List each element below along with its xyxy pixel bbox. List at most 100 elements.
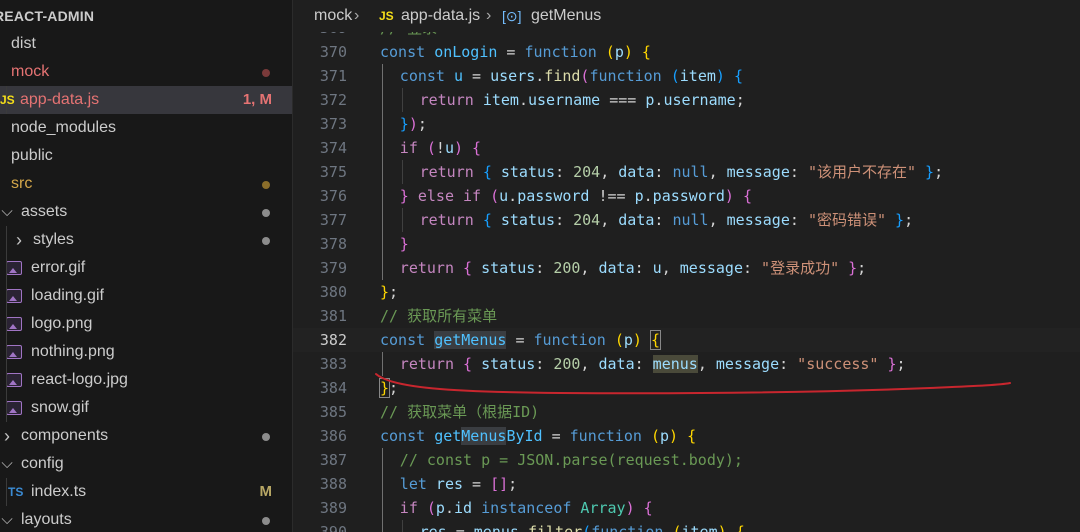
code-text: }; [380,280,398,304]
tree-item-assets[interactable]: ⌵ assets [0,198,292,226]
line-number: 376 [319,187,347,205]
code-token: : [555,211,574,229]
tree-item-label: config [21,455,64,472]
tree-item-config[interactable]: ⌵ config [0,450,292,478]
code-line[interactable]: 380}; [293,280,1080,304]
code-text: const u = users.find(function (item) { [400,64,743,88]
chevron-right-icon: › [354,7,360,24]
code-token: res [419,523,447,532]
tree-indent-guide [6,226,7,422]
tree-item-logo-png[interactable]: logo.png [0,310,292,338]
tree-item-loading-gif[interactable]: loading.gif [0,282,292,310]
code-token: // 登录 [380,32,437,37]
code-text: return { status: 204, data: null, messag… [420,160,944,184]
code-line[interactable]: 385 // 获取菜单（根据ID) [293,400,1080,424]
code-line[interactable]: 370 const onLogin = function (p) { [293,40,1080,64]
js-file-icon: JS [0,93,15,107]
tree-item-index-ts[interactable]: TS index.ts M [0,478,292,506]
tree-indent-guide [6,86,7,114]
code-line[interactable]: 371 const u = users.find(function (item) … [293,64,1080,88]
tree-item-components[interactable]: › components [0,422,292,450]
line-number: 370 [319,43,347,61]
image-file-icon [6,401,22,415]
code-token: , [661,259,680,277]
code-token: const [380,331,426,349]
tree-item-nothing-png[interactable]: nothing.png [0,338,292,366]
breadcrumb: mock › JS app-data.js › [⊙] getMenus [293,0,1080,32]
modified-dot-icon [262,209,270,217]
code-token: password [652,187,725,205]
code-text: return { status: 200, data: u, message: … [400,256,866,280]
code-line[interactable]: 382 const getMenus = function (p) { [293,328,1080,352]
code-token: const [380,43,426,61]
code-line[interactable]: 389 if (p.id instanceof Array) { [293,496,1080,520]
breadcrumb-symbol[interactable]: getMenus [531,0,601,32]
code-line[interactable]: 379 return { status: 200, data: u, messag… [293,256,1080,280]
code-line[interactable]: 387 // const p = JSON.parse(request.body)… [293,448,1080,472]
chevron-right-icon[interactable]: › [12,226,26,254]
code-line[interactable]: 377 return { status: 204, data: null, mes… [293,208,1080,232]
code-text: }; [378,376,398,400]
code-line[interactable]: 374 if (!u) { [293,136,1080,160]
code-line[interactable]: 378} [293,232,1080,256]
code-text: return { status: 200, data: menus, messa… [400,352,906,376]
code-line[interactable]: 384}; [293,376,1080,400]
code-line[interactable]: 388 let res = []; [293,472,1080,496]
git-status-badge: 1, M [242,91,272,108]
indent-guide [382,64,383,88]
chevron-down-icon[interactable]: ⌵ [0,198,14,226]
code-token: p [659,427,669,445]
breadcrumb-folder[interactable]: mock [314,0,352,32]
breadcrumb-file[interactable]: app-data.js [401,0,480,32]
tree-item-dist[interactable]: dist [0,30,292,58]
code-token: ( [672,523,682,532]
code-line[interactable]: 372 return item.username === p.username; [293,88,1080,112]
code-token: Menus [461,427,507,445]
tree-item-styles[interactable]: › styles [0,226,292,254]
tree-item-react-logo-jpg[interactable]: react-logo.jpg [0,366,292,394]
code-token: instanceof [481,499,572,517]
chevron-right-icon[interactable]: › [0,422,14,450]
code-line[interactable]: 383 return { status: 200, data: menus, me… [293,352,1080,376]
tree-item-public[interactable]: public [0,142,292,170]
code-line[interactable]: 369 // 登录 [293,32,1080,40]
tree-item-mock[interactable]: mock [0,58,292,86]
code-line[interactable]: 376} else if (u.password !== p.password)… [293,184,1080,208]
code-token: data [598,259,635,277]
code-token: ById [506,427,543,445]
explorer-title[interactable]: REACT-ADMIN [0,4,94,28]
indent-guide [382,232,383,256]
code-line[interactable]: 390 res = menus.filter(function (item) { [293,520,1080,532]
tree-item-snow-gif[interactable]: snow.gif [0,394,292,422]
chevron-down-icon[interactable]: ⌵ [0,506,14,532]
code-token: else [417,187,454,205]
tree-item-node-modules[interactable]: node_modules [0,114,292,142]
code-token: ( [490,187,500,205]
code-text: const getMenus = function (p) { [380,328,661,352]
code-token: { [463,355,473,373]
code-token: ( [614,331,624,349]
line-number: 372 [319,91,347,109]
code-line[interactable]: 373}); [293,112,1080,136]
code-token: u [499,187,509,205]
code-line[interactable]: 375 return { status: 204, data: null, mes… [293,160,1080,184]
tree-item-src[interactable]: src [0,170,292,198]
code-token: let [399,475,427,493]
tree-item-layouts[interactable]: ⌵ layouts [0,506,292,532]
code-token: return [419,211,474,229]
code-editor[interactable]: 369 // 登录 370 const onLogin = function (p) … [293,32,1080,532]
code-token: ) [453,139,464,157]
tree-item-error-gif[interactable]: error.gif [0,254,292,282]
code-text: if (p.id instanceof Array) { [400,496,653,520]
tree-item-app-data-js[interactable]: JS app-data.js 1, M [0,86,292,114]
chevron-down-icon[interactable]: ⌵ [0,450,14,478]
code-line[interactable]: 381 // 获取所有菜单 [293,304,1080,328]
code-token: return [399,259,454,277]
indent-guide [382,472,383,496]
code-token: onLogin [434,43,498,61]
code-line[interactable]: 386 const getMenusById = function (p) { [293,424,1080,448]
